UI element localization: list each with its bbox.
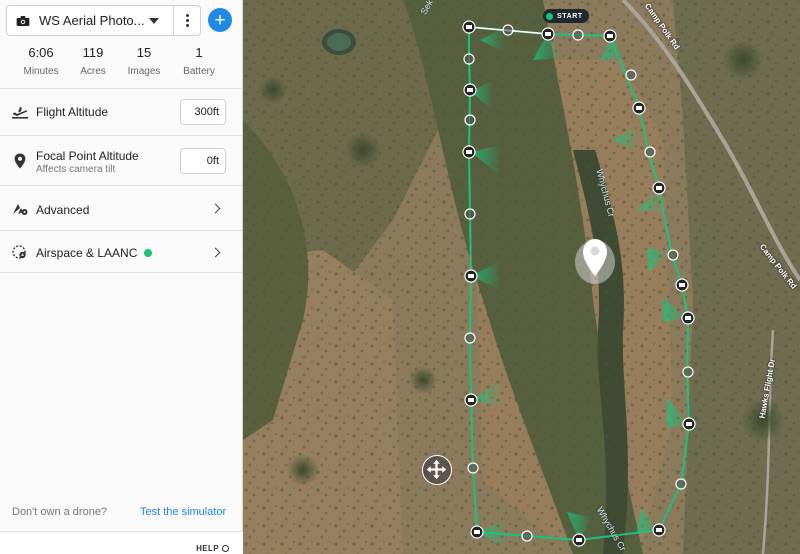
chevron-right-icon (210, 247, 221, 258)
camera-icon (16, 15, 30, 26)
help-bar: HELP (0, 531, 243, 554)
advanced-label: Advanced (36, 203, 90, 217)
no-drone-text: Don't own a drone? (12, 506, 108, 518)
satellite-map[interactable] (243, 0, 800, 554)
stat-value: 1 (195, 45, 203, 60)
chevron-down-icon[interactable] (149, 17, 159, 24)
map-view[interactable]: START Camp Polk Rd Camp Polk Rd Hawks Fl… (243, 0, 800, 554)
airspace-icon (12, 245, 26, 259)
move-arrows-icon (426, 459, 447, 480)
focal-point-altitude-input[interactable]: 0ft (180, 148, 226, 174)
advanced-settings-icon (13, 204, 28, 215)
stat-minutes: 6:06 Minutes (11, 44, 71, 79)
move-polygon-handle[interactable] (422, 455, 452, 485)
test-simulator-link[interactable]: Test the simulator (140, 506, 226, 518)
plan-title: WS Aerial Photo... (39, 13, 145, 28)
airspace-laanc-row[interactable]: Airspace & LAANC (0, 230, 242, 273)
advanced-row[interactable]: Advanced (0, 185, 242, 230)
help-label: HELP (196, 544, 219, 553)
stat-images: 15 Images (114, 44, 174, 79)
status-ok-dot (144, 249, 153, 257)
start-marker: START (543, 9, 589, 23)
flight-stats: 6:06 Minutes 119 Acres 15 Images 1 Batte… (0, 44, 243, 84)
airplane-takeoff-icon (12, 107, 28, 119)
plan-selector[interactable]: WS Aerial Photo... (6, 5, 201, 36)
flight-altitude-input[interactable]: 300ft (180, 99, 226, 125)
airspace-label-text: Airspace & LAANC (36, 246, 138, 260)
help-icon (222, 545, 229, 552)
add-plan-button[interactable]: + (208, 8, 232, 32)
app-window: WS Aerial Photo... + 6:06 Minutes 119 Ac… (0, 0, 800, 554)
plus-icon: + (214, 9, 226, 31)
stat-value: 15 (136, 45, 152, 60)
stat-battery: 1 Battery (169, 44, 229, 79)
stat-label: Minutes (23, 66, 59, 77)
focal-point-altitude-hint: Affects camera tilt (36, 164, 116, 175)
flight-altitude-label: Flight Altitude (36, 105, 109, 119)
start-dot (546, 12, 553, 20)
stat-value: 6:06 (28, 45, 54, 60)
sidebar: WS Aerial Photo... + 6:06 Minutes 119 Ac… (0, 0, 243, 554)
more-options-icon[interactable] (174, 5, 200, 36)
stat-label: Battery (183, 66, 215, 77)
location-pin-icon (14, 153, 26, 169)
help-button[interactable]: HELP (196, 544, 229, 553)
chevron-right-icon (210, 203, 221, 214)
focal-point-altitude-label: Focal Point Altitude (36, 149, 139, 163)
airspace-laanc-label: Airspace & LAANC (36, 246, 153, 260)
flight-altitude-row: Flight Altitude 300ft (0, 88, 242, 135)
start-label: START (557, 12, 583, 20)
focal-point-altitude-row: Focal Point Altitude Affects camera tilt… (0, 135, 242, 185)
stat-label: Images (127, 66, 161, 77)
